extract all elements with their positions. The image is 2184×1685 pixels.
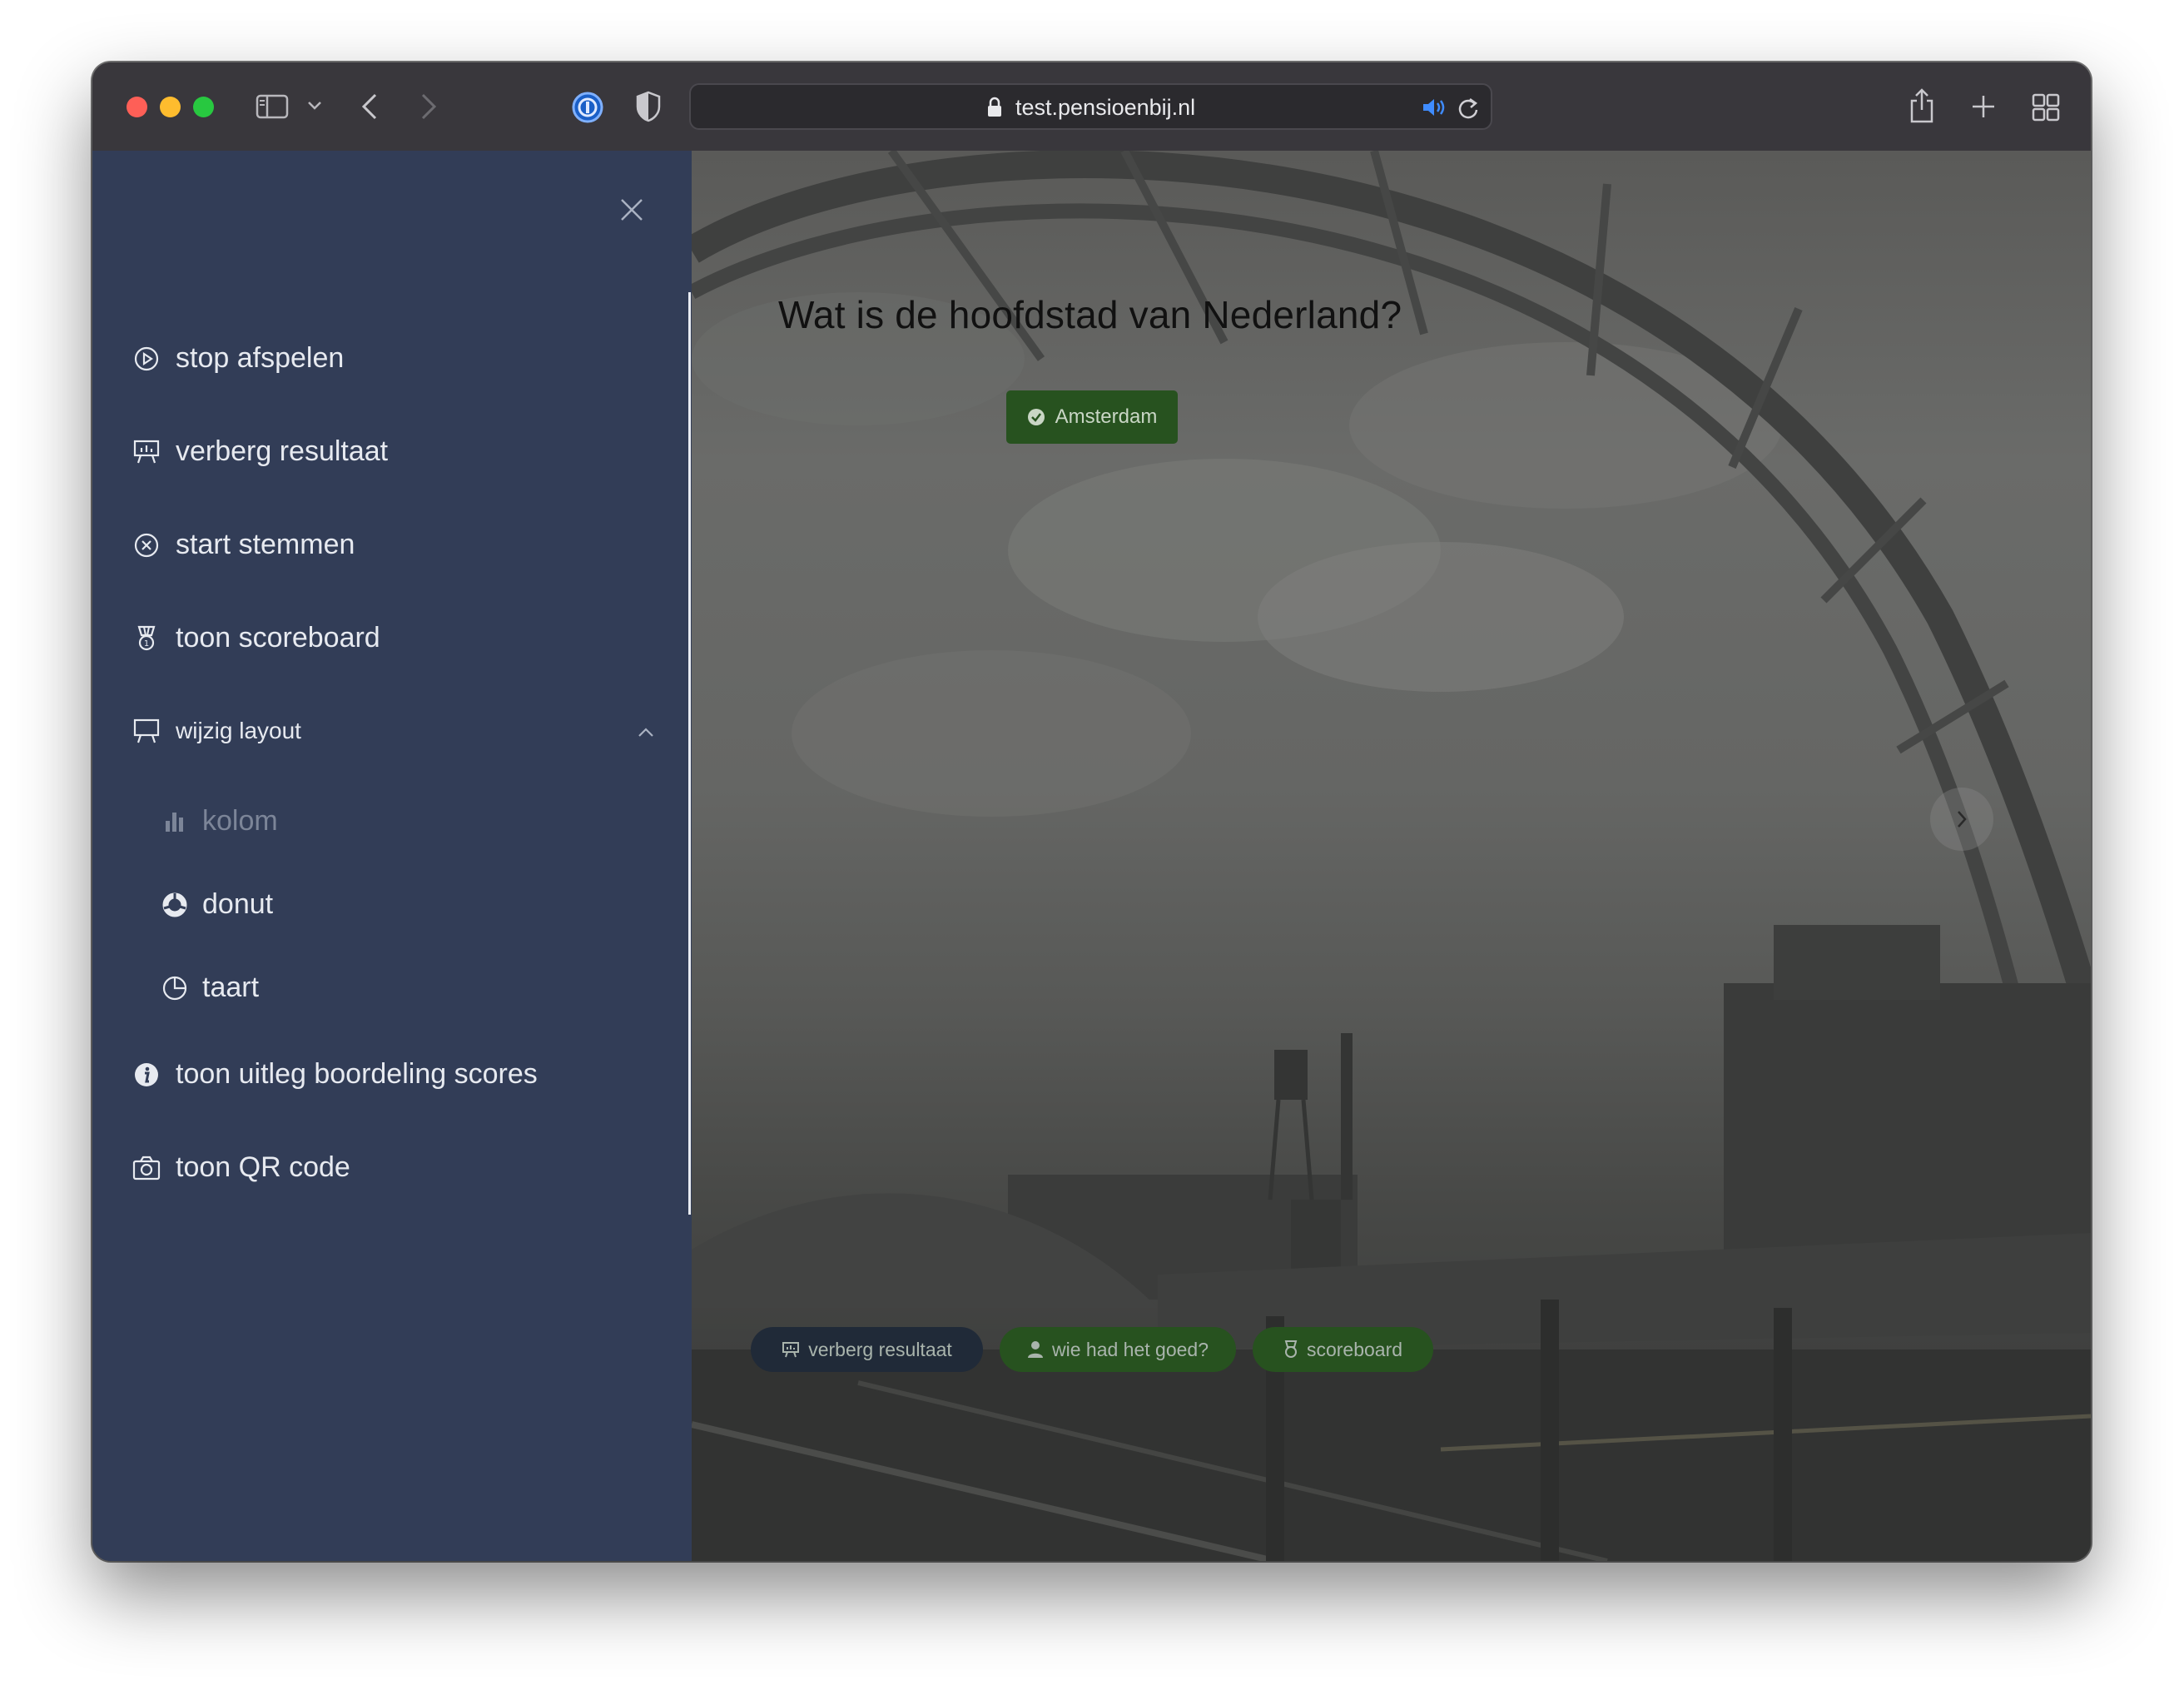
- presentation-board-icon: [133, 718, 160, 743]
- who-was-right-label: wie had het goed?: [1052, 1338, 1209, 1360]
- layout-option-donut[interactable]: donut: [161, 888, 273, 921]
- sidebar-item-show-scoring-explanation[interactable]: toon uitleg boordeling scores: [132, 1058, 538, 1091]
- sidebar-item-label: verberg resultaat: [176, 435, 389, 467]
- medal-icon: 1: [137, 625, 156, 650]
- layout-option-column[interactable]: kolom: [161, 805, 278, 838]
- control-sidebar: stop afspelen verberg resultaat start st…: [92, 151, 692, 1561]
- tab-overview-icon[interactable]: [2032, 93, 2060, 122]
- sidebar-item-show-scoreboard[interactable]: 1 toon scoreboard: [132, 622, 380, 654]
- lock-icon: [988, 97, 1001, 117]
- chevron-up-icon[interactable]: [637, 727, 655, 738]
- address-bar[interactable]: test.pensioenbij.nl: [689, 83, 1492, 130]
- scoreboard-label: scoreboard: [1306, 1338, 1403, 1360]
- layout-option-label: taart: [202, 972, 260, 1003]
- presentation-chart-icon: [133, 440, 160, 463]
- donut-icon: [162, 892, 187, 917]
- answer-label: Amsterdam: [1055, 405, 1158, 428]
- check-circle-icon: [1027, 409, 1045, 425]
- who-was-right-button[interactable]: wie had het goed?: [1000, 1327, 1236, 1372]
- new-tab-icon[interactable]: [1970, 93, 1997, 120]
- sidebar-divider: [688, 292, 691, 1215]
- share-icon[interactable]: [1908, 87, 1936, 124]
- minimize-window-button[interactable]: [160, 97, 181, 117]
- camera-icon: [132, 1156, 161, 1180]
- password-manager-icon[interactable]: [571, 91, 604, 124]
- question-title: Wat is de hoofdstad van Nederland?: [778, 293, 1402, 336]
- reload-icon[interactable]: [1457, 95, 1480, 120]
- scoreboard-button[interactable]: scoreboard: [1253, 1327, 1433, 1372]
- sidebar-item-label: start stemmen: [176, 529, 355, 560]
- chevron-right-icon: [1958, 811, 1967, 828]
- close-window-button[interactable]: [127, 97, 147, 117]
- sidebar-item-label: toon QR code: [176, 1151, 350, 1183]
- sidebar-item-label: wijzig layout: [176, 718, 301, 743]
- web-content: Wat is de hoofdstad van Nederland? Amste…: [92, 151, 2091, 1561]
- medal-icon: [1284, 1340, 1298, 1358]
- svg-text:1: 1: [144, 639, 149, 649]
- back-icon[interactable]: [360, 92, 379, 121]
- shield-icon[interactable]: [635, 90, 662, 123]
- sidebar-item-label: stop afspelen: [176, 342, 345, 374]
- browser-toolbar: test.pensioenbij.nl: [92, 62, 2091, 152]
- bar-chart-icon: [166, 812, 183, 832]
- next-question-button[interactable]: [1930, 788, 1993, 851]
- user-icon: [1028, 1341, 1043, 1358]
- info-icon: [135, 1062, 158, 1086]
- sidebar-item-label: toon uitleg boordeling scores: [176, 1058, 538, 1090]
- sidebar-toggle-icon[interactable]: [256, 94, 289, 119]
- correct-answer-badge[interactable]: Amsterdam: [1006, 390, 1178, 444]
- layout-option-label: donut: [202, 888, 274, 920]
- browser-window: test.pensioenbij.nl Wat is de hoofdstad …: [92, 62, 2091, 1561]
- layout-option-label: kolom: [202, 805, 278, 837]
- speaker-icon[interactable]: [1421, 97, 1447, 118]
- zoom-window-button[interactable]: [193, 97, 214, 117]
- x-circle-icon: [134, 533, 159, 557]
- presentation-chart-icon: [782, 1342, 800, 1358]
- sidebar-item-label: toon scoreboard: [176, 622, 380, 654]
- forward-icon[interactable]: [419, 92, 438, 121]
- sidebar-item-hide-result[interactable]: verberg resultaat: [132, 435, 388, 468]
- chevron-down-icon[interactable]: [307, 101, 322, 111]
- pie-chart-icon: [162, 976, 187, 1000]
- url-text: test.pensioenbij.nl: [1015, 95, 1196, 120]
- sidebar-item-stop-playing[interactable]: stop afspelen: [132, 342, 344, 375]
- sidebar-item-change-layout[interactable]: wijzig layout: [132, 717, 301, 745]
- sidebar-item-show-qr-code[interactable]: toon QR code: [132, 1151, 350, 1184]
- close-icon[interactable]: [619, 197, 644, 222]
- layout-option-pie[interactable]: taart: [161, 972, 259, 1004]
- play-circle-icon: [134, 346, 159, 370]
- hide-result-label: verberg resultaat: [808, 1338, 952, 1360]
- sidebar-item-start-voting[interactable]: start stemmen: [132, 529, 355, 561]
- hide-result-button[interactable]: verberg resultaat: [751, 1327, 983, 1372]
